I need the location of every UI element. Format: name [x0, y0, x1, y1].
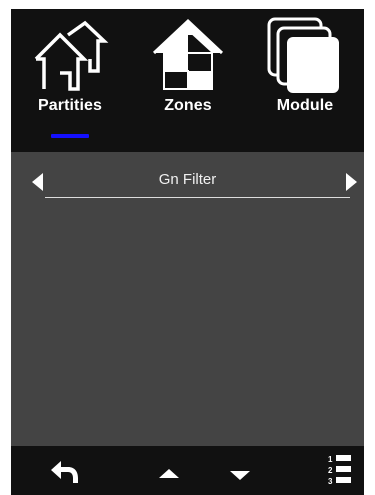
tab-label: Zones [164, 97, 212, 114]
filter-label: Gn Filter [158, 171, 217, 188]
tab-partities[interactable]: Partities [11, 9, 129, 152]
tab-module[interactable]: Module [246, 9, 364, 152]
back-button[interactable] [41, 452, 85, 490]
next-filter-button[interactable] [342, 170, 360, 194]
house-checkered-icon [152, 18, 224, 90]
active-tab-indicator [51, 134, 89, 138]
tab-zones[interactable]: Zones [129, 9, 247, 152]
list-number: 2 [328, 466, 333, 475]
triangle-down-icon [230, 471, 250, 480]
content-panel: Gn Filter [11, 152, 364, 446]
scroll-down-button[interactable] [218, 452, 262, 490]
numbered-list-icon: 1 2 3 [328, 455, 351, 486]
back-arrow-icon [51, 461, 78, 483]
filter-underline [45, 197, 350, 198]
scroll-up-button[interactable] [147, 452, 191, 490]
bottom-toolbar: 1 2 3 [11, 446, 364, 495]
triangle-up-icon [159, 469, 179, 478]
filter-selector: Gn Filter [11, 166, 364, 202]
top-tab-bar: Partities Zones Module [11, 9, 364, 152]
list-number: 1 [328, 455, 333, 464]
house-outline-icon [34, 20, 109, 91]
list-number: 3 [328, 477, 333, 486]
device-screen: Partities Zones Module Gn Filter 1 2 3 [11, 9, 364, 495]
list-view-button[interactable]: 1 2 3 [315, 452, 359, 490]
tab-label: Partities [37, 97, 103, 114]
triangle-right-icon [346, 173, 357, 191]
stacked-pages-icon [267, 17, 339, 93]
tab-label: Module [276, 97, 334, 114]
